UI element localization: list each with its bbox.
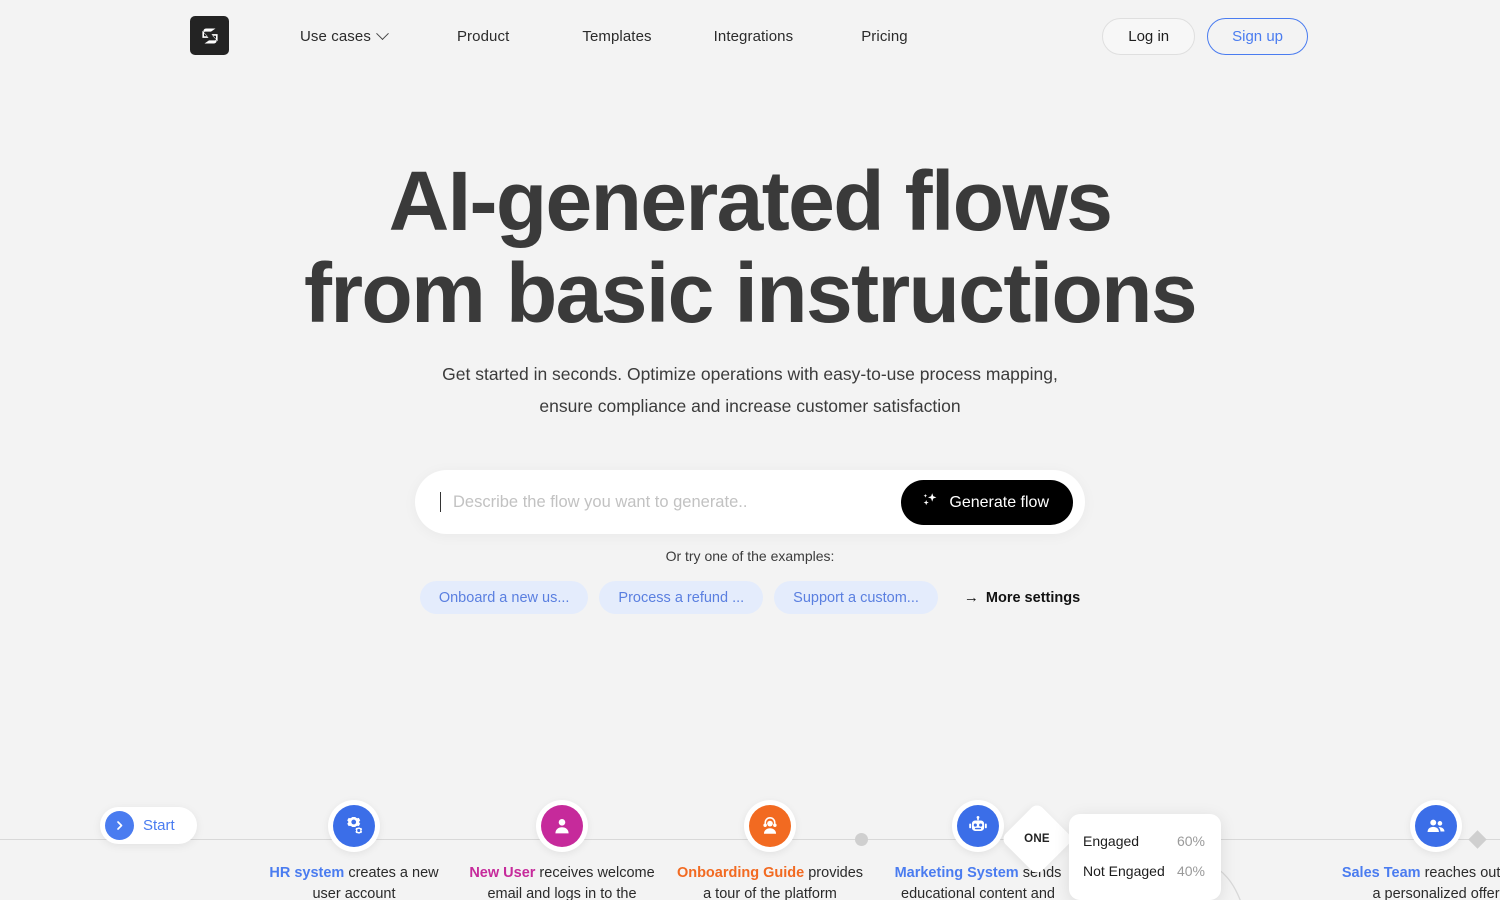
flow-decision-label: ONE bbox=[1024, 833, 1050, 845]
flow-node-caption: HR system creates a new user account bbox=[259, 863, 449, 900]
generate-flow-button[interactable]: Generate flow bbox=[901, 480, 1073, 525]
flow-node-actor: Marketing System bbox=[894, 865, 1019, 881]
flow-node-sales-team[interactable]: Sales Team reaches out with a personaliz… bbox=[1341, 800, 1500, 900]
flow-node-actor: HR system bbox=[269, 865, 345, 881]
example-chip-onboard[interactable]: Onboard a new us... bbox=[419, 581, 589, 614]
example-chip-support[interactable]: Support a custom... bbox=[774, 581, 938, 614]
engagement-info-card: Engaged 60% Not Engaged 40% bbox=[1069, 814, 1221, 900]
flow-node-bubble bbox=[952, 800, 1004, 852]
nav-link-use-cases[interactable]: Use cases bbox=[300, 26, 389, 45]
chevron-right-icon bbox=[105, 811, 134, 840]
top-navigation-bar: Use cases Product Templates Integrations… bbox=[0, 0, 1500, 72]
nav-links: Use cases Product Templates Integrations… bbox=[300, 0, 908, 72]
nav-link-product[interactable]: Product bbox=[457, 28, 509, 45]
more-settings-button[interactable]: → More settings bbox=[964, 589, 1080, 606]
flow-node-new-user[interactable]: New User receives welcome email and logs… bbox=[467, 800, 657, 900]
flow-node-bubble bbox=[744, 800, 796, 852]
flow-node-caption: New User receives welcome email and logs… bbox=[467, 863, 657, 900]
nav-link-label: Product bbox=[456, 27, 510, 45]
info-row: Engaged 60% bbox=[1069, 826, 1221, 856]
flow-node-caption: Sales Team reaches out with a personaliz… bbox=[1341, 863, 1500, 900]
chevron-down-icon bbox=[376, 26, 389, 40]
nav-actions: Log in Sign up bbox=[1102, 18, 1308, 55]
examples-label: Or try one of the examples: bbox=[665, 548, 835, 564]
flow-diagram-preview: Start HR system creates a new user accou… bbox=[0, 800, 1500, 900]
flow-node-bubble bbox=[536, 800, 588, 852]
hero-subtitle: Get started in seconds. Optimize operati… bbox=[442, 364, 1058, 416]
nav-link-label: Integrations bbox=[713, 27, 794, 45]
gear-icon bbox=[333, 805, 375, 847]
people-icon bbox=[1415, 805, 1457, 847]
info-row: Not Engaged 40% bbox=[1069, 856, 1221, 886]
signup-button[interactable]: Sign up bbox=[1207, 18, 1308, 55]
support-agent-icon bbox=[749, 805, 791, 847]
nav-link-integrations[interactable]: Integrations bbox=[714, 28, 794, 45]
person-icon bbox=[541, 805, 583, 847]
info-row-value: 40% bbox=[1176, 863, 1205, 879]
flow-minor-node[interactable] bbox=[855, 833, 868, 846]
arrow-right-icon: → bbox=[963, 589, 979, 606]
brand-logo[interactable] bbox=[190, 16, 229, 55]
flow-node-actor: New User bbox=[469, 865, 536, 881]
example-chips: Onboard a new us... Process a refund ...… bbox=[0, 581, 1500, 614]
s-logo-icon bbox=[199, 25, 221, 47]
more-settings-label: More settings bbox=[985, 589, 1081, 606]
sparkle-icon bbox=[921, 491, 939, 514]
info-row-key: Engaged bbox=[1083, 833, 1140, 849]
text-cursor bbox=[440, 492, 442, 512]
info-row-key: Not Engaged bbox=[1083, 863, 1165, 879]
robot-icon bbox=[957, 805, 999, 847]
flow-start-node[interactable]: Start bbox=[100, 807, 197, 844]
nav-link-templates[interactable]: Templates bbox=[582, 28, 651, 45]
flow-node-caption: Onboarding Guide provides a tour of the … bbox=[675, 863, 865, 900]
flow-node-actor: Sales Team bbox=[1341, 865, 1421, 881]
headline-line-2: from basic instructions bbox=[303, 246, 1198, 340]
info-row-value: 60% bbox=[1176, 833, 1205, 849]
flow-node-hr-system[interactable]: HR system creates a new user account bbox=[259, 800, 449, 900]
flow-node-onboarding-guide[interactable]: Onboarding Guide provides a tour of the … bbox=[675, 800, 865, 900]
flow-prompt-bar: Generate flow bbox=[415, 470, 1085, 534]
flow-node-bubble bbox=[1410, 800, 1462, 852]
example-chip-refund[interactable]: Process a refund ... bbox=[599, 581, 764, 614]
login-button[interactable]: Log in bbox=[1102, 18, 1196, 55]
flow-prompt-input[interactable] bbox=[453, 470, 933, 534]
nav-link-pricing[interactable]: Pricing bbox=[861, 28, 908, 45]
flow-node-actor: Onboarding Guide bbox=[676, 865, 805, 881]
generate-flow-label: Generate flow bbox=[949, 493, 1049, 511]
page-title: AI-generated flows from basic instructio… bbox=[0, 155, 1500, 339]
flow-node-caption: Marketing System sends educational conte… bbox=[883, 863, 1073, 900]
nav-link-label: Pricing bbox=[861, 27, 908, 45]
nav-link-label: Templates bbox=[582, 27, 652, 45]
nav-link-label: Use cases bbox=[300, 27, 371, 45]
flow-node-bubble bbox=[328, 800, 380, 852]
flow-start-label: Start bbox=[143, 817, 175, 834]
headline-line-1: AI-generated flows bbox=[388, 154, 1113, 248]
